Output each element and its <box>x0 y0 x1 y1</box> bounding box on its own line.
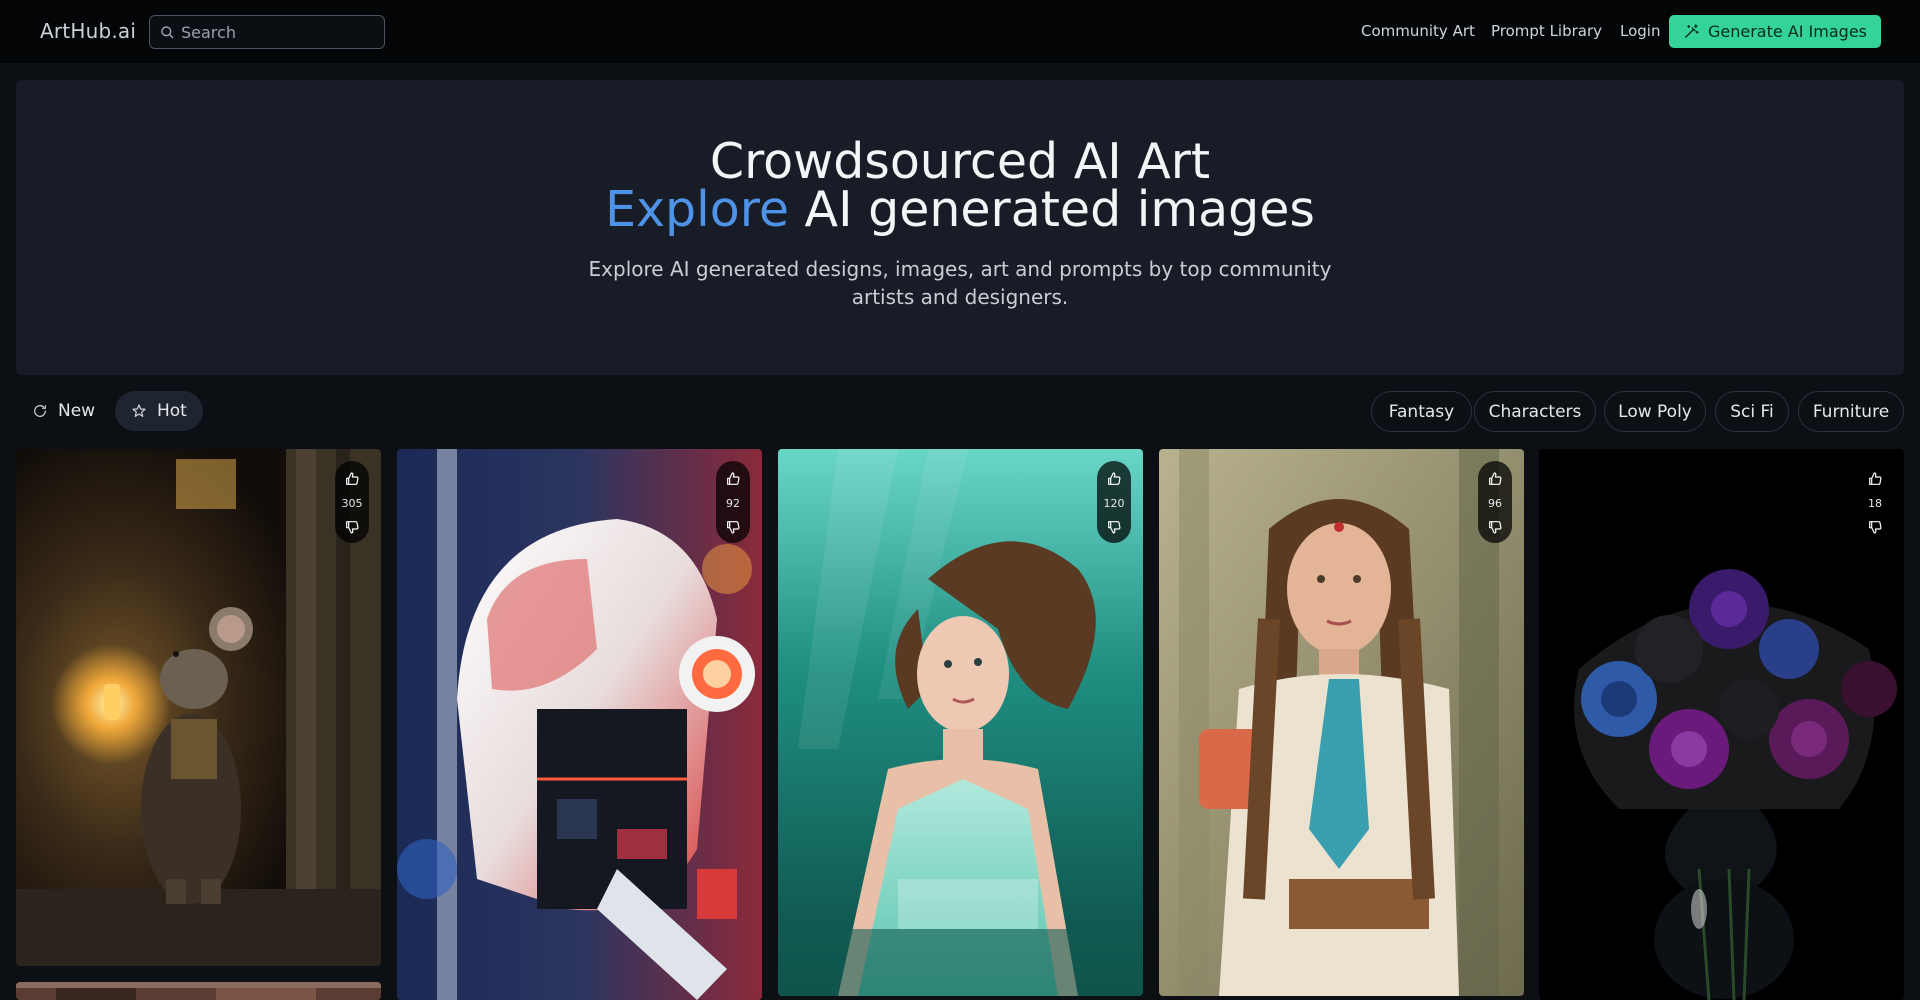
generate-ai-images-button[interactable]: Generate AI Images <box>1669 15 1881 48</box>
vote-count: 305 <box>341 496 363 510</box>
image-card[interactable]: 120 <box>778 449 1143 996</box>
image-card[interactable]: 92 <box>397 449 762 1000</box>
nav-link-community-art[interactable]: Community Art <box>1361 22 1475 40</box>
sort-new-button[interactable]: New <box>16 391 111 431</box>
hero-subtitle: Explore AI generated designs, images, ar… <box>588 257 1332 309</box>
vote-widget: 92 <box>716 461 750 543</box>
thumbs-down-icon[interactable] <box>725 519 741 535</box>
image-card[interactable]: 96 <box>1159 449 1524 996</box>
vote-widget: 120 <box>1097 461 1131 543</box>
vote-widget: 18 <box>1858 461 1892 543</box>
category-chip-low-poly[interactable]: Low Poly <box>1604 391 1706 432</box>
vote-count: 120 <box>1103 496 1125 510</box>
top-navbar: ArtHub.ai Community Art Prompt Library L… <box>0 0 1920 63</box>
hero-title-accent: Explore <box>605 181 789 238</box>
mouse-with-lantern-image[interactable] <box>16 449 381 966</box>
category-chip-sci-fi[interactable]: Sci Fi <box>1715 391 1789 432</box>
magic-wand-icon <box>1685 24 1699 38</box>
hero-title: Crowdsourced AI Art Explore AI generated… <box>16 137 1904 234</box>
vote-widget: 96 <box>1478 461 1512 543</box>
image-card[interactable]: 305 <box>16 449 381 966</box>
generate-button-label: Generate AI Images <box>1707 22 1867 41</box>
braided-woman-image[interactable] <box>1159 449 1524 996</box>
thumbs-down-icon[interactable] <box>1106 519 1122 535</box>
hero-banner: Crowdsourced AI Art Explore AI generated… <box>16 80 1904 375</box>
underwater-woman-image[interactable] <box>778 449 1143 996</box>
robot-helmet-image[interactable] <box>397 449 762 1000</box>
ornate-pattern-image[interactable] <box>16 982 381 1000</box>
thumbs-down-icon[interactable] <box>1867 519 1883 535</box>
search-box[interactable] <box>149 15 385 49</box>
sort-new-label: New <box>58 401 96 421</box>
thumbs-down-icon[interactable] <box>344 519 360 535</box>
image-card[interactable] <box>16 982 381 1000</box>
thumbs-up-icon[interactable] <box>1487 471 1503 487</box>
thumbs-down-icon[interactable] <box>1487 519 1503 535</box>
logo[interactable]: ArtHub.ai <box>40 19 136 43</box>
category-chip-characters[interactable]: Characters <box>1474 391 1596 432</box>
sort-hot-label: Hot <box>157 401 187 421</box>
black-roses-image[interactable] <box>1539 449 1904 1000</box>
nav-link-login[interactable]: Login <box>1620 22 1660 40</box>
nav-link-prompt-library[interactable]: Prompt Library <box>1491 22 1602 40</box>
category-chip-furniture[interactable]: Furniture <box>1798 391 1904 432</box>
thumbs-up-icon[interactable] <box>725 471 741 487</box>
search-input[interactable] <box>181 22 371 42</box>
thumbs-up-icon[interactable] <box>1867 471 1883 487</box>
vote-count: 96 <box>1488 496 1502 510</box>
search-icon <box>161 26 174 39</box>
hero-title-rest: AI generated images <box>788 181 1315 238</box>
vote-count: 92 <box>726 496 740 510</box>
star-icon <box>132 404 146 417</box>
vote-widget: 305 <box>335 461 369 543</box>
refresh-icon <box>34 405 46 417</box>
vote-count: 18 <box>1868 496 1882 510</box>
image-card[interactable]: 18 <box>1539 449 1904 1000</box>
category-chip-fantasy[interactable]: Fantasy <box>1371 391 1472 432</box>
thumbs-up-icon[interactable] <box>344 471 360 487</box>
thumbs-up-icon[interactable] <box>1106 471 1122 487</box>
sort-hot-button[interactable]: Hot <box>115 391 203 431</box>
